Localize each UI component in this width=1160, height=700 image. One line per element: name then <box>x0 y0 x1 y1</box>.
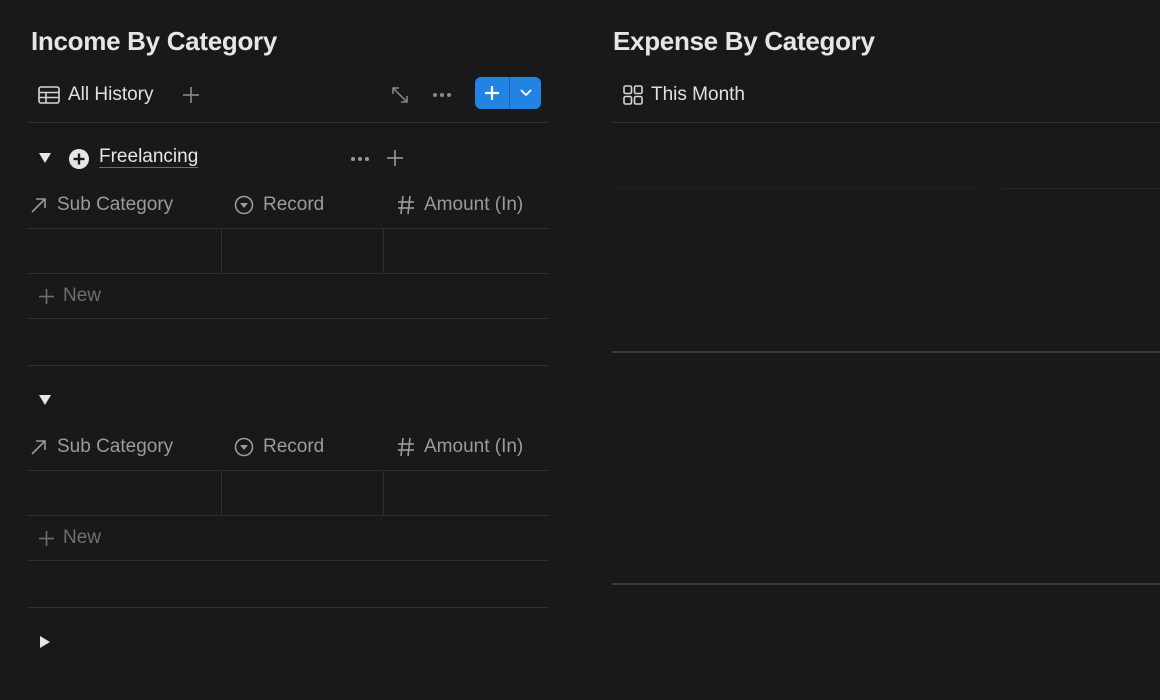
new-row-content: New <box>38 527 101 549</box>
more-dots-icon <box>351 157 369 161</box>
page: Income By Category All History Freelanci… <box>0 0 1160 700</box>
column-header-amount[interactable]: Amount (In) <box>397 424 523 470</box>
column-header-sub-category[interactable]: Sub Category <box>30 182 173 228</box>
triangle-right-icon <box>40 636 50 648</box>
table-row[interactable] <box>28 471 548 516</box>
column-header-row: Sub Category Record Amount (In) <box>28 182 548 229</box>
new-record-split-button <box>475 77 541 109</box>
calculation-row[interactable] <box>28 319 548 366</box>
column-label: Sub Category <box>57 436 174 457</box>
table-icon <box>38 86 60 104</box>
plus-icon <box>39 530 54 546</box>
number-hash-icon <box>398 195 414 215</box>
column-header-sub-category[interactable]: Sub Category <box>30 424 173 470</box>
column-header-record[interactable]: Record <box>234 424 324 470</box>
chevron-down-icon <box>519 89 532 97</box>
new-row-button[interactable]: New <box>28 516 548 561</box>
cell-divider <box>221 471 222 515</box>
column-header-row: Sub Category Record Amount (In) <box>28 424 548 471</box>
column-label: Record <box>263 194 325 215</box>
column-label: Sub Category <box>57 194 174 215</box>
view-tab-this-month[interactable]: This Month <box>623 82 745 108</box>
column-label: Amount (In) <box>424 194 524 215</box>
group-header <box>28 625 548 661</box>
divider <box>1002 188 1160 189</box>
expense-title[interactable]: Expense By Category <box>613 26 875 57</box>
group-no-name: Sub Category Record Amount (In) New <box>28 383 548 608</box>
plus-circle-icon <box>69 149 89 169</box>
number-hash-icon <box>398 437 414 457</box>
relation-arrow-icon <box>31 198 46 213</box>
more-dots-icon <box>433 93 451 97</box>
status-select-icon <box>234 437 254 457</box>
more-options-button[interactable] <box>430 84 454 106</box>
triangle-down-icon <box>39 395 51 405</box>
group-toggle[interactable] <box>38 635 52 649</box>
calculation-row[interactable] <box>28 561 548 608</box>
view-tab-all-history[interactable]: All History <box>38 82 154 108</box>
plus-icon <box>183 87 199 103</box>
column-header-record[interactable]: Record <box>234 182 324 228</box>
expense-view-bar: This Month <box>612 76 1160 123</box>
add-view-button[interactable] <box>180 84 202 106</box>
column-label: Amount (In) <box>424 436 524 457</box>
new-record-dropdown-button[interactable] <box>510 77 541 109</box>
cell-divider <box>383 229 384 273</box>
new-row-content: New <box>38 285 101 307</box>
group-collapsed <box>28 625 548 661</box>
income-title[interactable]: Income By Category <box>31 26 277 57</box>
group-name[interactable]: Freelancing <box>99 146 198 168</box>
expand-icon <box>392 87 408 103</box>
new-row-label: New <box>63 285 102 306</box>
divider <box>612 583 1160 585</box>
income-view-bar: All History <box>28 76 548 123</box>
group-toggle[interactable] <box>38 393 52 407</box>
relation-arrow-icon <box>31 440 46 455</box>
expand-button[interactable] <box>389 84 411 106</box>
group-add-button[interactable] <box>384 147 406 169</box>
divider <box>612 351 1160 353</box>
cell-divider <box>383 471 384 515</box>
column-header-amount[interactable]: Amount (In) <box>397 182 523 228</box>
group-header <box>28 383 548 419</box>
divider <box>616 188 976 189</box>
view-tab-label: All History <box>68 84 154 105</box>
plus-icon <box>387 150 403 166</box>
group-more-button[interactable] <box>348 149 372 169</box>
group-header: Freelancing <box>28 141 548 177</box>
new-row-button[interactable]: New <box>28 274 548 319</box>
cell-divider <box>221 229 222 273</box>
status-select-icon <box>234 195 254 215</box>
income-panel: Income By Category All History Freelanci… <box>28 0 548 700</box>
gallery-icon <box>623 85 643 105</box>
plus-icon <box>39 288 54 304</box>
expense-panel: Expense By Category This Month <box>612 0 1160 700</box>
column-label: Record <box>263 436 325 457</box>
view-tab-label: This Month <box>651 84 745 105</box>
table-row[interactable] <box>28 229 548 274</box>
new-record-button[interactable] <box>475 77 510 109</box>
new-row-label: New <box>63 527 102 548</box>
triangle-down-icon <box>39 153 51 163</box>
group-freelancing: Freelancing Sub Category Record Amount (… <box>28 141 548 366</box>
plus-icon <box>485 86 499 100</box>
group-toggle[interactable] <box>38 151 52 165</box>
